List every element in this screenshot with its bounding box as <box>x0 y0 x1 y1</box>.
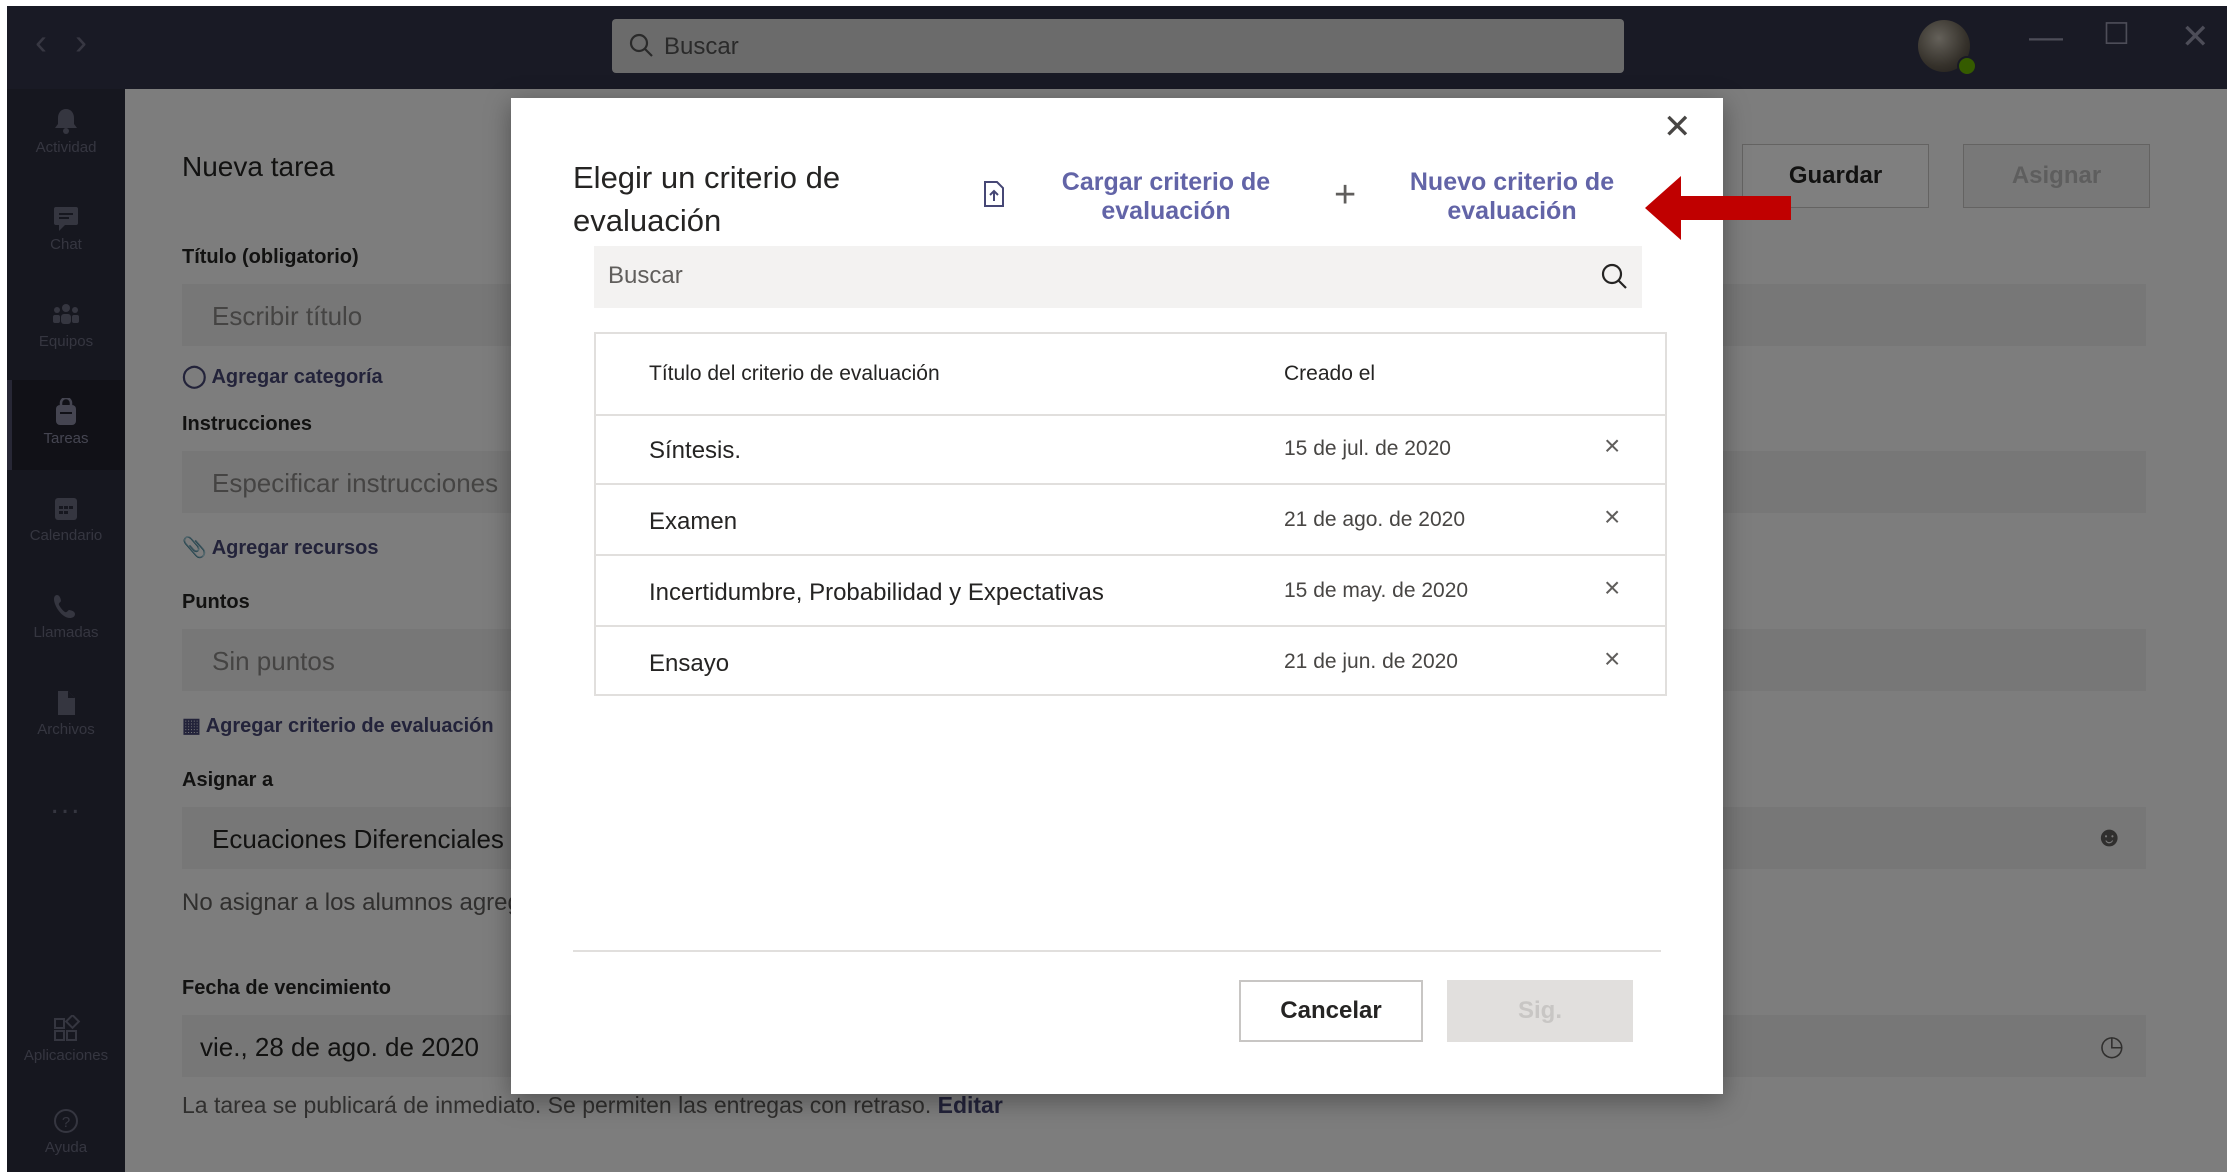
column-header-title: Título del criterio de evaluación <box>649 362 940 385</box>
rubric-table: Título del criterio de evaluación Creado… <box>594 332 1667 696</box>
plus-icon: + <box>1334 174 1357 216</box>
rubric-picker-dialog: ✕ Elegir un criterio de evaluación Carga… <box>511 98 1723 1094</box>
table-row[interactable]: Ensayo 21 de jun. de 2020 × <box>596 627 1665 698</box>
upload-file-icon <box>984 181 1004 207</box>
rubric-title: Examen <box>649 508 738 535</box>
cancel-button[interactable]: Cancelar <box>1239 980 1423 1042</box>
delete-icon[interactable]: × <box>1604 643 1620 675</box>
close-icon[interactable]: ✕ <box>1663 110 1692 144</box>
rubric-created: 21 de ago. de 2020 <box>1284 508 1466 531</box>
table-row[interactable]: Examen 21 de ago. de 2020 × <box>596 485 1665 556</box>
footer-divider <box>573 950 1661 952</box>
rubric-search-input[interactable]: Buscar <box>594 246 1642 308</box>
rubric-title: Síntesis. <box>649 437 742 464</box>
annotation-arrow-icon <box>1645 176 1791 240</box>
rubric-title: Incertidumbre, Probabilidad y Expectativ… <box>649 579 1104 606</box>
rubric-created: 15 de may. de 2020 <box>1284 579 1469 602</box>
new-rubric-button[interactable]: Nuevo criterio de evaluación <box>1394 168 1630 226</box>
table-row[interactable]: Síntesis. 15 de jul. de 2020 × <box>596 414 1665 485</box>
next-button[interactable]: Sig. <box>1447 980 1633 1042</box>
search-icon <box>1601 263 1627 289</box>
rubric-title: Ensayo <box>649 650 730 677</box>
upload-rubric-button[interactable]: Cargar criterio de evaluación <box>1041 168 1291 226</box>
table-header: Título del criterio de evaluación Creado… <box>596 334 1665 416</box>
rubric-search-placeholder: Buscar <box>608 262 683 289</box>
rubric-created: 15 de jul. de 2020 <box>1284 437 1451 460</box>
teams-window: ‹ › Buscar — ☐ ✕ Actividad Chat Equipos … <box>7 6 2227 1172</box>
delete-icon[interactable]: × <box>1604 501 1620 533</box>
table-row[interactable]: Incertidumbre, Probabilidad y Expectativ… <box>596 556 1665 627</box>
delete-icon[interactable]: × <box>1604 430 1620 462</box>
delete-icon[interactable]: × <box>1604 572 1620 604</box>
rubric-created: 21 de jun. de 2020 <box>1284 650 1458 673</box>
dialog-title: Elegir un criterio de evaluación <box>573 160 841 238</box>
column-header-created: Creado el <box>1284 362 1376 385</box>
